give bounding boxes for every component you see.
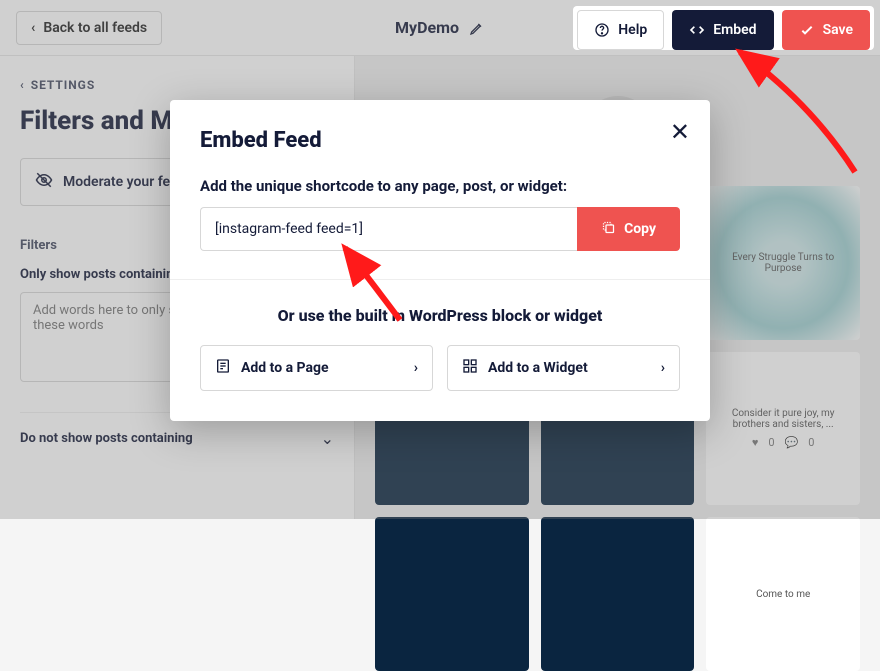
settings-label: SETTINGS (31, 78, 95, 92)
or-label: Or use the built in WordPress block or w… (200, 306, 680, 325)
embed-button[interactable]: Embed (672, 10, 773, 50)
chevron-left-icon: ‹ (31, 20, 35, 36)
do-not-show-label: Do not show posts containing (20, 431, 193, 446)
embed-label: Embed (713, 22, 756, 38)
add-page-label: Add to a Page (241, 360, 329, 376)
close-icon[interactable]: ✕ (670, 118, 690, 146)
tile-caption: Every Struggle Turns to Purpose (716, 252, 850, 274)
widget-icon (462, 358, 478, 378)
feed-tile[interactable] (375, 517, 529, 671)
add-to-widget-button[interactable]: Add to a Widget › (447, 345, 680, 391)
tile-footer: ♥ 0 💬 0 (752, 436, 815, 449)
edit-name-icon[interactable] (469, 20, 485, 36)
feed-tile[interactable] (541, 517, 695, 671)
chevron-down-icon[interactable]: ⌄ (321, 429, 334, 448)
like-count: 0 (768, 436, 774, 449)
feed-tile[interactable]: Every Struggle Turns to Purpose (706, 186, 860, 340)
comment-count: 0 (808, 436, 814, 449)
chevron-left-icon: ‹ (20, 78, 25, 92)
add-to-page-button[interactable]: Add to a Page › (200, 345, 433, 391)
chevron-right-icon: › (661, 360, 665, 376)
feed-tile[interactable]: Consider it pure joy, my brothers and si… (706, 352, 860, 506)
page-icon (215, 358, 231, 378)
copy-button[interactable]: Copy (577, 207, 680, 251)
back-to-feeds-button[interactable]: ‹ Back to all feeds (16, 11, 162, 45)
moderate-label: Moderate your feed (63, 174, 186, 190)
save-button[interactable]: Save (782, 10, 870, 50)
back-label: Back to all feeds (43, 20, 147, 36)
settings-back-link[interactable]: ‹ SETTINGS (20, 78, 334, 92)
heart-icon: ♥ (752, 436, 759, 449)
check-icon (799, 22, 815, 38)
eye-off-icon (35, 171, 53, 193)
shortcode-input[interactable] (200, 207, 577, 251)
feed-title: MyDemo (395, 18, 485, 37)
code-icon (689, 22, 705, 38)
save-label: Save (823, 22, 853, 38)
embed-modal: ✕ Embed Feed Add the unique shortcode to… (170, 100, 710, 421)
help-button[interactable]: Help (577, 10, 664, 50)
modal-title: Embed Feed (200, 128, 680, 153)
copy-label: Copy (624, 221, 656, 237)
help-icon (594, 22, 610, 38)
tile-caption: Consider it pure joy, my brothers and si… (716, 408, 850, 430)
tile-caption: Come to me (756, 589, 810, 600)
chevron-right-icon: › (414, 360, 418, 376)
comment-icon: 💬 (785, 436, 799, 449)
feed-tile[interactable]: Come to me (706, 517, 860, 671)
feed-name-text: MyDemo (395, 18, 459, 37)
copy-icon (601, 220, 616, 239)
help-label: Help (618, 22, 647, 38)
add-widget-label: Add to a Widget (488, 360, 588, 376)
top-actions: Help Embed Save (573, 6, 874, 50)
modal-instruction: Add the unique shortcode to any page, po… (200, 177, 680, 195)
